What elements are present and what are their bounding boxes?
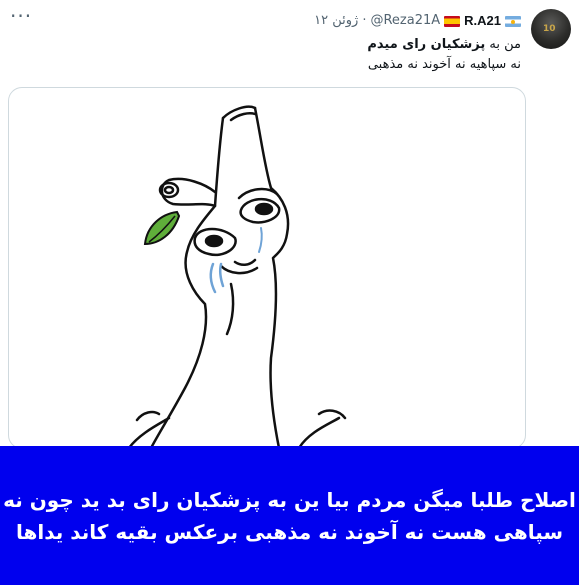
meme-drawing [127, 105, 347, 448]
tweet-media-image[interactable] [8, 87, 526, 449]
user-handle[interactable]: @Reza21A [370, 12, 440, 30]
tweet-text-prefix: من به [489, 37, 521, 52]
caption-line-2: سپاهی هست نه آخوند نه مذهبی برعکس بقیه ک… [15, 519, 564, 544]
tweet-card[interactable]: 10 ··· ۱۲ ژوئن · @Reza21A R.A21 من به پز… [0, 0, 579, 449]
caption-line-1: اصلاح طلبا میگن مردم بیا ین به پزشکیان ر… [3, 487, 576, 512]
tweet-header: ۱۲ ژوئن · @Reza21A R.A21 [314, 12, 521, 30]
argentina-flag-icon [505, 15, 521, 27]
spain-flag-icon [444, 15, 461, 27]
avatar[interactable]: 10 [531, 9, 571, 49]
more-options-button[interactable]: ··· [10, 6, 32, 26]
tweet-text-line-2: نه سپاهیه نه آخوند نه مذهبی [367, 57, 521, 72]
tweet-text-bold: پزشکیان رای میدم [367, 37, 486, 52]
tweet-timestamp[interactable]: ۱۲ ژوئن [314, 12, 358, 30]
caption-banner: اصلاح طلبا میگن مردم بیا ین به پزشکیان ر… [0, 446, 579, 585]
avatar-jersey-number: 10 [543, 24, 556, 34]
header-separator: · [362, 13, 367, 28]
tweet-text-line-1: من به پزشکیان رای میدم [367, 36, 521, 54]
display-name[interactable]: R.A21 [464, 12, 501, 30]
